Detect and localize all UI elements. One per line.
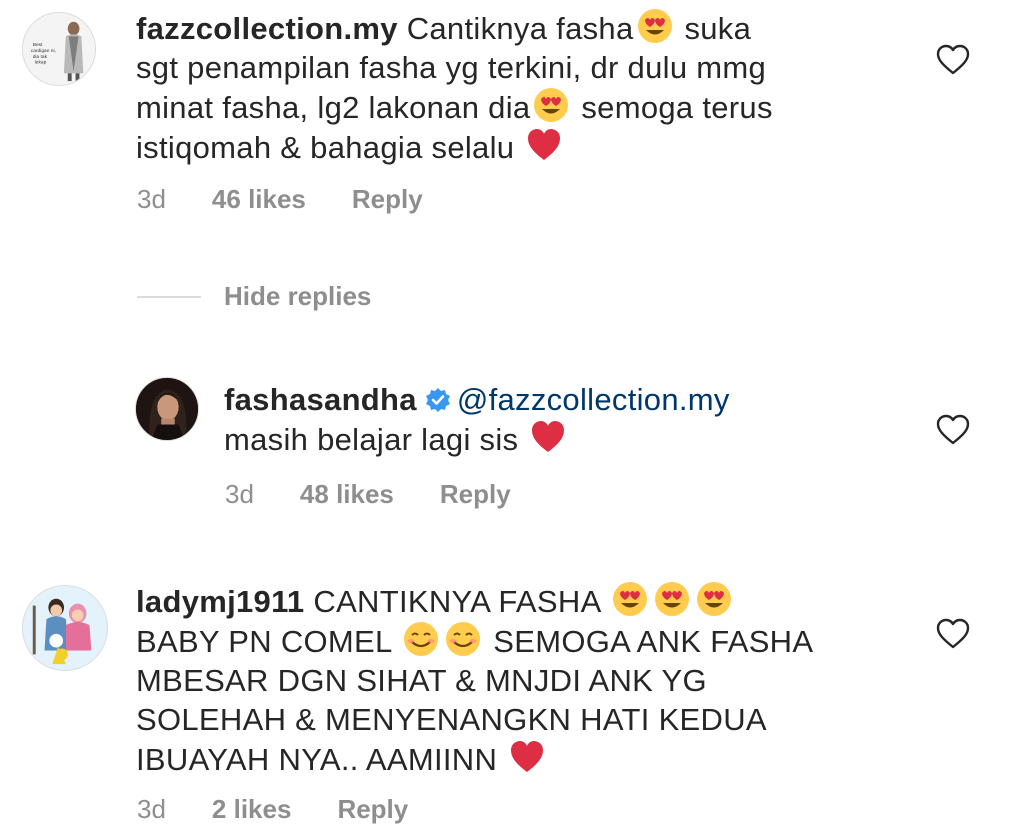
verified-badge-icon xyxy=(425,387,451,413)
comment-2-time: 3d xyxy=(225,479,254,509)
avatar-ladymj1911[interactable] xyxy=(22,585,108,671)
red-heart-emoji xyxy=(530,419,566,455)
heart-eyes-emoji xyxy=(696,581,732,617)
svg-text:cardigan ni,: cardigan ni, xyxy=(31,48,56,54)
comment-3-meta: 3d 2 likes Reply xyxy=(137,794,408,825)
avatar-caption: Best xyxy=(33,42,43,48)
comment-1-reply-button[interactable]: Reply xyxy=(352,184,423,215)
svg-text:dia tak: dia tak xyxy=(33,54,48,60)
comment-1-time: 3d xyxy=(137,184,166,214)
red-heart-emoji xyxy=(509,739,545,775)
red-heart-emoji xyxy=(526,127,562,163)
comment-2-reply-button[interactable]: Reply xyxy=(440,479,511,510)
comment-1-likes[interactable]: 46 likes xyxy=(212,184,306,215)
smiling-emoji xyxy=(445,621,481,657)
comment-2-username[interactable]: fashasandha xyxy=(224,382,417,417)
comment-2-likes[interactable]: 48 likes xyxy=(300,479,394,510)
mention-link[interactable]: @fazzcollection.my xyxy=(457,382,730,417)
comment-2-text: fashasandha @fazzcollection.my masih bela… xyxy=(224,382,730,457)
comment-1-meta: 3d 46 likes Reply xyxy=(137,184,423,215)
heart-eyes-emoji xyxy=(637,8,673,44)
comment-1-username[interactable]: fazzcollection.my xyxy=(136,11,398,46)
heart-eyes-emoji xyxy=(654,581,690,617)
comment-2-meta: 3d 48 likes Reply xyxy=(225,479,511,510)
hide-replies-button[interactable]: Hide replies xyxy=(224,281,371,312)
comment-3-username[interactable]: ladymj1911 xyxy=(136,584,304,619)
comment-3-likes[interactable]: 2 likes xyxy=(212,794,292,825)
heart-outline-icon[interactable] xyxy=(936,618,970,650)
heart-eyes-emoji xyxy=(533,87,569,123)
comment-3-reply-button[interactable]: Reply xyxy=(337,794,408,825)
heart-outline-icon[interactable] xyxy=(936,44,970,76)
comment-3-text: ladymj1911 CANTIKNYA FASHA BABY PN COMEL… xyxy=(136,581,916,779)
comment-3-time: 3d xyxy=(137,794,166,824)
avatar-fashasandha[interactable] xyxy=(135,377,199,441)
smiling-emoji xyxy=(403,621,439,657)
heart-eyes-emoji xyxy=(612,581,648,617)
svg-text:lekap: lekap xyxy=(35,60,47,66)
comment-1-text: fazzcollection.my Cantiknya fasha suka s… xyxy=(136,8,896,167)
heart-outline-icon[interactable] xyxy=(936,414,970,446)
avatar-fazzcollection[interactable]: Best cardigan ni, dia tak lekap xyxy=(22,12,96,86)
hide-replies-divider xyxy=(137,296,201,298)
